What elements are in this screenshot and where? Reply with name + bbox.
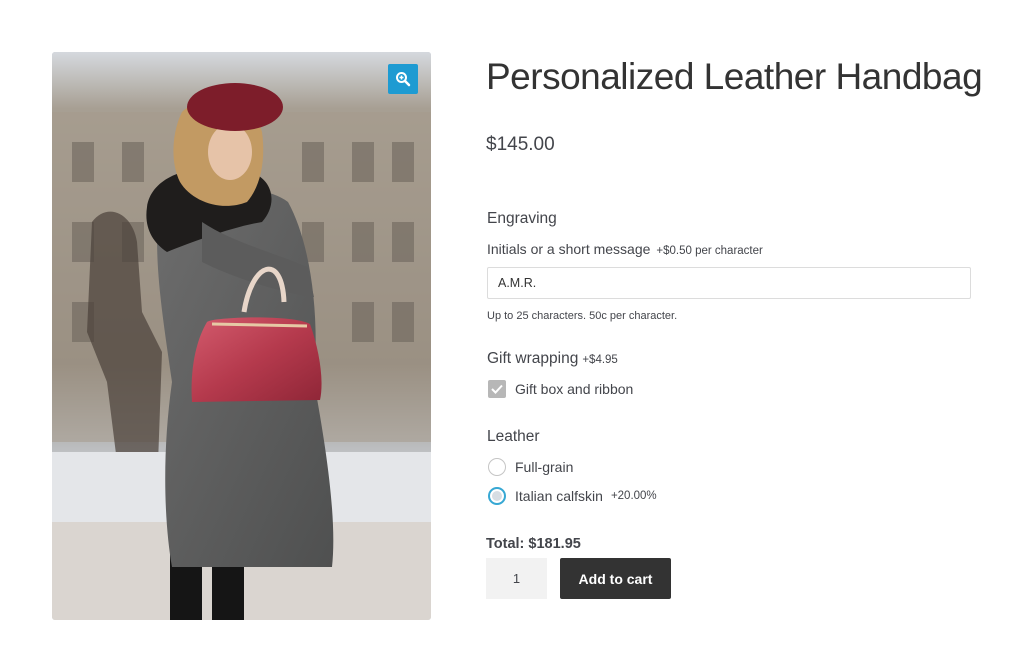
full-grain-label: Full-grain: [515, 459, 574, 475]
leather-option-full-grain[interactable]: Full-grain: [488, 458, 573, 476]
product-image[interactable]: [52, 52, 431, 620]
engraving-price-text: +$0.50 per character: [656, 245, 763, 257]
product-title: Personalized Leather Handbag: [486, 56, 983, 97]
engraving-field-label: Initials or a short message +$0.50 per ch…: [487, 241, 763, 259]
gift-box-label: Gift box and ribbon: [515, 381, 634, 397]
italian-calfskin-radio[interactable]: [488, 487, 506, 505]
quantity-input[interactable]: 1: [486, 558, 547, 599]
checkmark-icon: [491, 384, 503, 394]
product-price: $145.00: [486, 134, 555, 155]
gift-box-checkbox[interactable]: [488, 380, 506, 398]
zoom-button[interactable]: [388, 64, 418, 94]
italian-calfskin-price: +20.00%: [610, 490, 657, 502]
gift-wrapping-price: +$4.95: [582, 354, 618, 366]
product-photo: [52, 52, 431, 620]
leather-option-italian-calfskin[interactable]: Italian calfskin +20.00%: [488, 487, 657, 505]
full-grain-radio[interactable]: [488, 458, 506, 476]
engraving-input[interactable]: A.M.R.: [487, 267, 971, 299]
gift-box-option[interactable]: Gift box and ribbon: [488, 380, 633, 398]
zoom-in-icon: [396, 72, 411, 87]
order-total: Total: $181.95: [486, 536, 581, 552]
italian-calfskin-label: Italian calfskin: [515, 488, 603, 504]
gift-wrapping-heading: Gift wrapping +$4.95: [487, 350, 618, 368]
engraving-label-text: Initials or a short message: [487, 241, 651, 257]
gift-wrapping-label: Gift wrapping: [487, 350, 579, 367]
add-to-cart-button[interactable]: Add to cart: [560, 558, 671, 599]
leather-heading: Leather: [487, 428, 540, 445]
engraving-help-text: Up to 25 characters. 50c per character.: [487, 310, 678, 322]
engraving-heading: Engraving: [487, 210, 557, 227]
